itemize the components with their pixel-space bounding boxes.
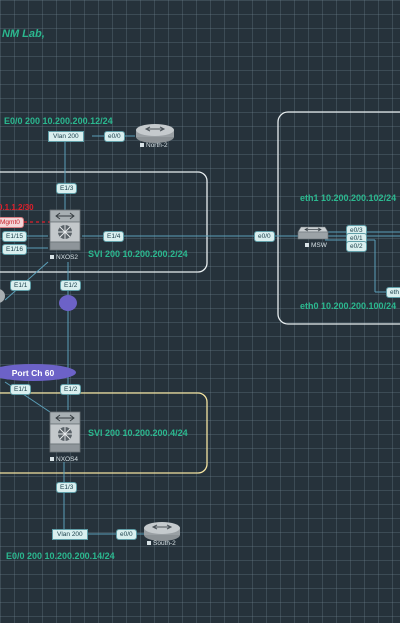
red-ip-label: 0.1.1.2/30	[0, 203, 34, 212]
port-channel-node[interactable]	[59, 295, 77, 311]
nxos4-e11-port[interactable]: E1/1	[10, 384, 32, 395]
nxos4-e13-port[interactable]: E1/3	[56, 482, 78, 493]
left-node[interactable]	[0, 289, 5, 303]
msw-eth-port[interactable]: eth	[386, 287, 400, 298]
nxos2-e14-port[interactable]: E1/4	[103, 231, 125, 242]
nxos2-e11-port[interactable]: E1/1	[10, 280, 32, 291]
nxos2-e12-port[interactable]: E1/2	[60, 280, 82, 291]
north-interface-label: E0/0 200 10.200.200.12/24	[4, 116, 113, 126]
msw-device-label: MSW	[305, 242, 327, 249]
nxos4-svi-label: SVI 200 10.200.200.4/24	[88, 428, 188, 438]
south-e0-port[interactable]: e0/0	[116, 529, 137, 540]
nxos2-svi-label: SVI 200 10.200.200.2/24	[88, 249, 188, 259]
msw-e00-port[interactable]: e0/0	[254, 231, 275, 242]
router-icon[interactable]	[144, 522, 180, 541]
mgmt-port[interactable]: Mgmt0	[0, 217, 24, 228]
nxos2-device-label: NXOS2	[50, 254, 78, 261]
nxos4-device-label: NXOS4	[50, 456, 78, 463]
msw-eth1-label: eth1 10.200.200.102/24	[300, 193, 397, 203]
north-device-label: North-2	[140, 142, 168, 149]
north-vlan-port[interactable]: Vlan 200	[48, 131, 84, 142]
south-vlan-port[interactable]: Vlan 200	[52, 529, 88, 540]
nexus-switch-icon[interactable]	[49, 411, 81, 453]
nxos2-e116-port[interactable]: E1/16	[2, 244, 27, 255]
north-e0-port[interactable]: e0/0	[104, 131, 125, 142]
nexus-switch-icon[interactable]	[49, 209, 81, 251]
router-icon[interactable]	[136, 124, 174, 143]
south-interface-label: E0/0 200 10.200.200.14/24	[6, 551, 115, 561]
lab-title: NM Lab,	[2, 28, 45, 40]
nxos2-e13-port[interactable]: E1/3	[56, 183, 78, 194]
msw-e02-port[interactable]: e0/2	[346, 241, 367, 252]
switch-icon[interactable]	[297, 226, 329, 240]
msw-eth0-label: eth0 10.200.200.100/24	[300, 301, 397, 311]
nxos2-e115-port[interactable]: E1/15	[2, 231, 27, 242]
south-device-label: South-2	[147, 540, 176, 547]
nxos4-e12-port[interactable]: E1/2	[60, 384, 82, 395]
